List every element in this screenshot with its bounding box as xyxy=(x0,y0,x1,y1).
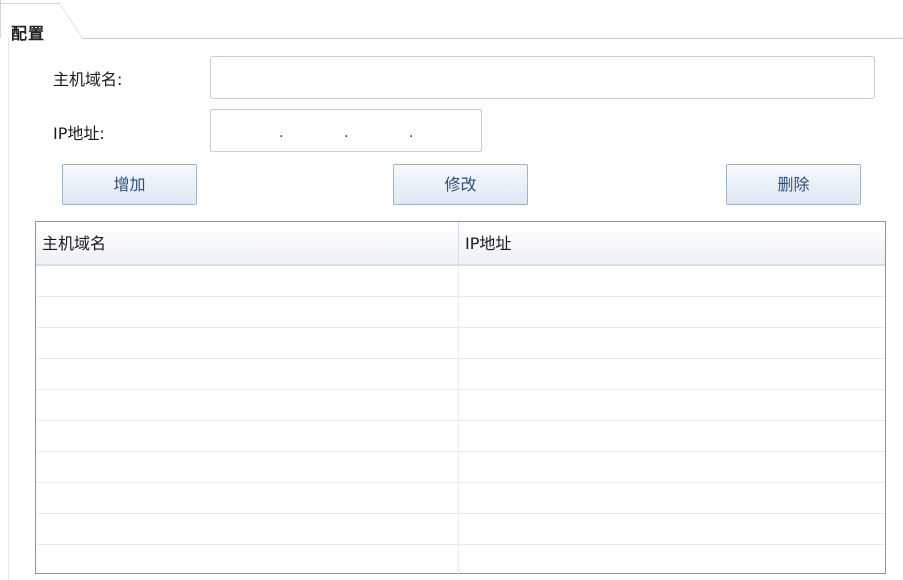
tab-config-label: 配置 xyxy=(11,24,46,43)
add-button[interactable]: 增加 xyxy=(62,164,197,205)
hostname-label: 主机域名: xyxy=(53,70,123,89)
cell-ip xyxy=(459,297,880,327)
host-table: 主机域名 IP地址 xyxy=(35,221,886,576)
cell-hostname xyxy=(36,390,459,420)
delete-button[interactable]: 删除 xyxy=(726,164,861,205)
cell-hostname xyxy=(36,359,459,389)
cell-hostname xyxy=(36,297,459,327)
table-row[interactable] xyxy=(36,421,885,452)
tab-config[interactable]: 配置 xyxy=(0,0,83,43)
cell-ip xyxy=(459,483,880,513)
ip-label: IP地址: xyxy=(53,124,105,143)
cell-ip xyxy=(459,390,880,420)
cell-ip xyxy=(459,359,880,389)
cell-hostname xyxy=(36,328,459,358)
cell-hostname xyxy=(36,452,459,482)
table-row[interactable] xyxy=(36,452,885,483)
panel-left-border xyxy=(8,38,9,580)
cell-ip xyxy=(459,545,880,575)
ip-separator-2: . xyxy=(344,125,349,141)
table-row[interactable] xyxy=(36,359,885,390)
table-body xyxy=(36,266,885,576)
hostname-input[interactable] xyxy=(210,56,875,99)
table-row[interactable] xyxy=(36,266,885,297)
table-row[interactable] xyxy=(36,328,885,359)
cell-ip xyxy=(459,452,880,482)
cell-ip xyxy=(459,421,880,451)
tab-top-edge xyxy=(1,3,60,4)
cell-ip xyxy=(459,514,880,544)
table-header: 主机域名 IP地址 xyxy=(36,222,885,266)
cell-hostname xyxy=(36,514,459,544)
column-header-ip[interactable]: IP地址 xyxy=(459,222,880,264)
table-row[interactable] xyxy=(36,390,885,421)
table-row[interactable] xyxy=(36,297,885,328)
table-row[interactable] xyxy=(36,483,885,514)
cell-hostname xyxy=(36,266,459,296)
cell-hostname xyxy=(36,421,459,451)
ip-address-input[interactable]: . . . xyxy=(210,109,482,152)
edit-button[interactable]: 修改 xyxy=(393,164,528,205)
ip-separator-1: . xyxy=(279,125,284,141)
cell-hostname xyxy=(36,545,459,575)
cell-ip xyxy=(459,266,880,296)
cell-ip xyxy=(459,328,880,358)
column-header-hostname[interactable]: 主机域名 xyxy=(36,222,459,264)
table-row[interactable] xyxy=(36,545,885,576)
config-panel: 配置 主机域名: IP地址: . . . 增加 修改 删除 主机域名 IP地址 xyxy=(0,0,903,580)
tab-divider xyxy=(82,38,903,39)
ip-separator-3: . xyxy=(409,125,414,141)
table-row[interactable] xyxy=(36,514,885,545)
cell-hostname xyxy=(36,483,459,513)
